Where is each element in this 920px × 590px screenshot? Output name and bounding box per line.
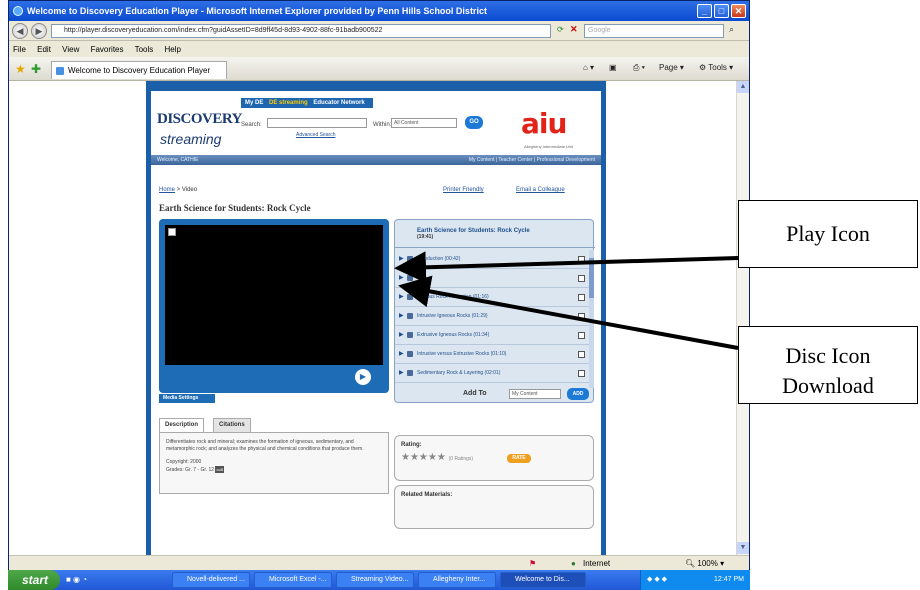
disc-callout-line1: Disc Icon [785,343,871,368]
screenshot: Welcome to Discovery Education Player - … [0,0,920,590]
play-arrow [394,251,739,284]
disc-icon-callout: Disc Icon Download [738,326,918,404]
play-callout-text: Play Icon [786,221,870,246]
disc-arrow [398,275,739,350]
annotation-arrows [394,251,739,350]
disc-callout-line2: Download [782,373,874,398]
play-icon-callout: Play Icon [738,200,918,268]
